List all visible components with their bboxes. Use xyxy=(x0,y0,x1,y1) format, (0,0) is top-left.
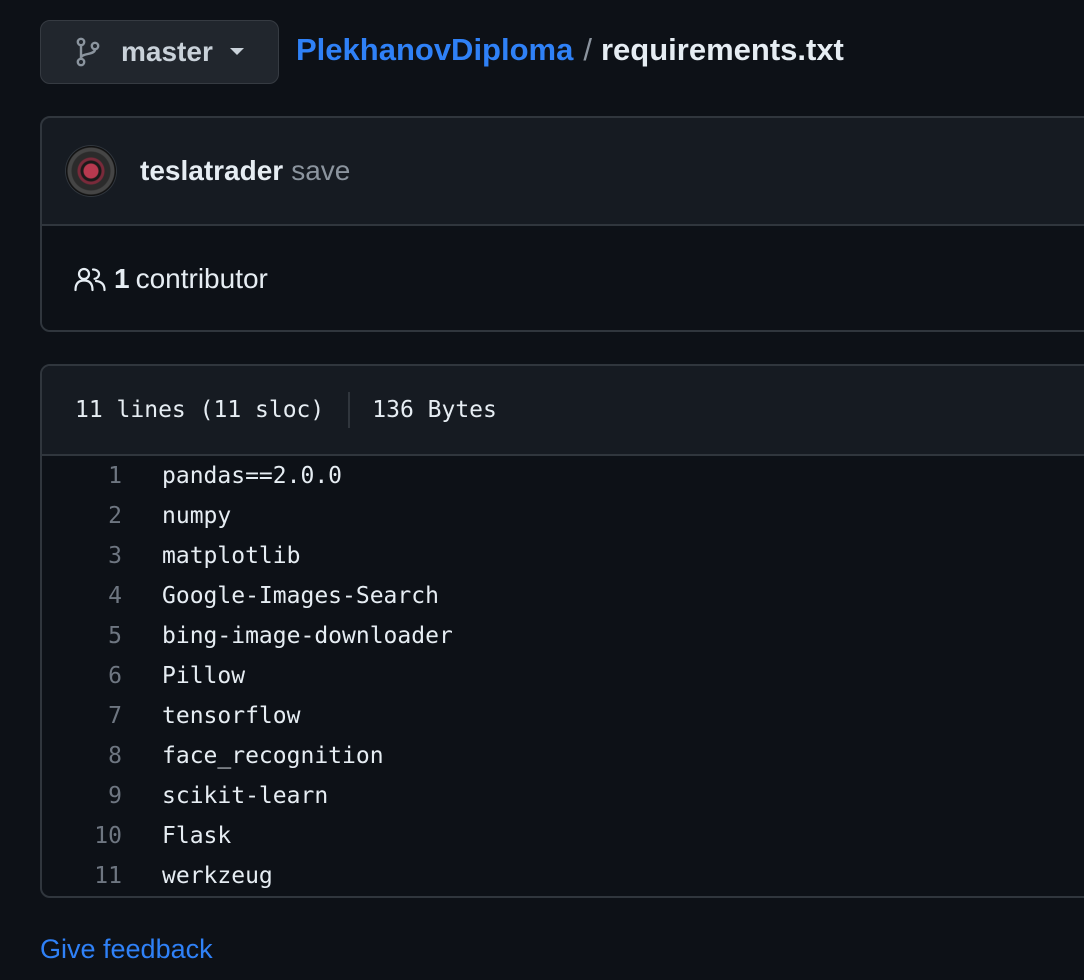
latest-commit-box: teslatrader save 1 contributor xyxy=(40,116,1084,332)
breadcrumb-separator: / xyxy=(583,32,592,67)
code-line: 5 bing-image-downloader xyxy=(42,616,1084,656)
line-text: Google-Images-Search xyxy=(162,583,439,609)
contributor-label: contributor xyxy=(135,263,268,294)
line-number[interactable]: 7 xyxy=(42,703,122,729)
line-number[interactable]: 10 xyxy=(42,823,122,849)
file-content-box: 11 lines (11 sloc) 136 Bytes 1 pandas==2… xyxy=(40,364,1084,898)
line-number[interactable]: 11 xyxy=(42,863,122,889)
file-lines-info: 11 lines (11 sloc) xyxy=(75,397,325,423)
line-text: face_recognition xyxy=(162,743,384,769)
code-line: 2 numpy xyxy=(42,496,1084,536)
people-icon xyxy=(74,266,106,292)
latest-commit-row: teslatrader save xyxy=(42,118,1084,226)
breadcrumb: PlekhanovDiploma / requirements.txt xyxy=(296,32,844,68)
branch-label: master xyxy=(121,36,213,67)
file-info-header: 11 lines (11 sloc) 136 Bytes xyxy=(42,366,1084,456)
avatar[interactable] xyxy=(66,146,116,196)
contributor-count: 1 xyxy=(114,263,130,294)
caret-down-icon xyxy=(229,47,245,57)
line-number[interactable]: 8 xyxy=(42,743,122,769)
code-line: 10 Flask xyxy=(42,816,1084,856)
branch-select-button[interactable]: master xyxy=(40,20,279,84)
line-number[interactable]: 3 xyxy=(42,543,122,569)
line-number[interactable]: 1 xyxy=(42,463,122,489)
line-text: scikit-learn xyxy=(162,783,329,809)
line-text: matplotlib xyxy=(162,543,301,569)
code-line: 1 pandas==2.0.0 xyxy=(42,456,1084,496)
line-text: pandas==2.0.0 xyxy=(162,463,343,489)
code-line: 6 Pillow xyxy=(42,656,1084,696)
line-number[interactable]: 5 xyxy=(42,623,122,649)
give-feedback-link[interactable]: Give feedback xyxy=(40,934,213,965)
line-number[interactable]: 6 xyxy=(42,663,122,689)
line-text: Flask xyxy=(162,823,232,849)
git-branch-icon xyxy=(75,37,101,67)
code-line: 8 face_recognition xyxy=(42,736,1084,776)
code-listing: 1 pandas==2.0.0 2 numpy 3 matplotlib 4 G… xyxy=(42,456,1084,896)
code-line: 7 tensorflow xyxy=(42,696,1084,736)
code-line: 4 Google-Images-Search xyxy=(42,576,1084,616)
file-size: 136 Bytes xyxy=(372,397,497,423)
line-text: bing-image-downloader xyxy=(162,623,453,649)
line-text: tensorflow xyxy=(162,703,301,729)
file-view-page: master PlekhanovDiploma / requirements.t… xyxy=(0,0,1084,980)
contributors-row[interactable]: 1 contributor xyxy=(42,226,1084,330)
breadcrumb-repo-link[interactable]: PlekhanovDiploma xyxy=(296,32,573,68)
line-text: Pillow xyxy=(162,663,246,689)
line-text: werkzeug xyxy=(162,863,273,889)
line-number[interactable]: 4 xyxy=(42,583,122,609)
breadcrumb-file-name: requirements.txt xyxy=(600,32,844,67)
code-line: 11 werkzeug xyxy=(42,856,1084,896)
code-line: 3 matplotlib xyxy=(42,536,1084,576)
line-number[interactable]: 9 xyxy=(42,783,122,809)
header-divider xyxy=(348,392,351,428)
commit-message-link[interactable]: save xyxy=(291,155,350,187)
line-number[interactable]: 2 xyxy=(42,503,122,529)
code-line: 9 scikit-learn xyxy=(42,776,1084,816)
commit-author-link[interactable]: teslatrader xyxy=(140,155,283,187)
line-text: numpy xyxy=(162,503,232,529)
